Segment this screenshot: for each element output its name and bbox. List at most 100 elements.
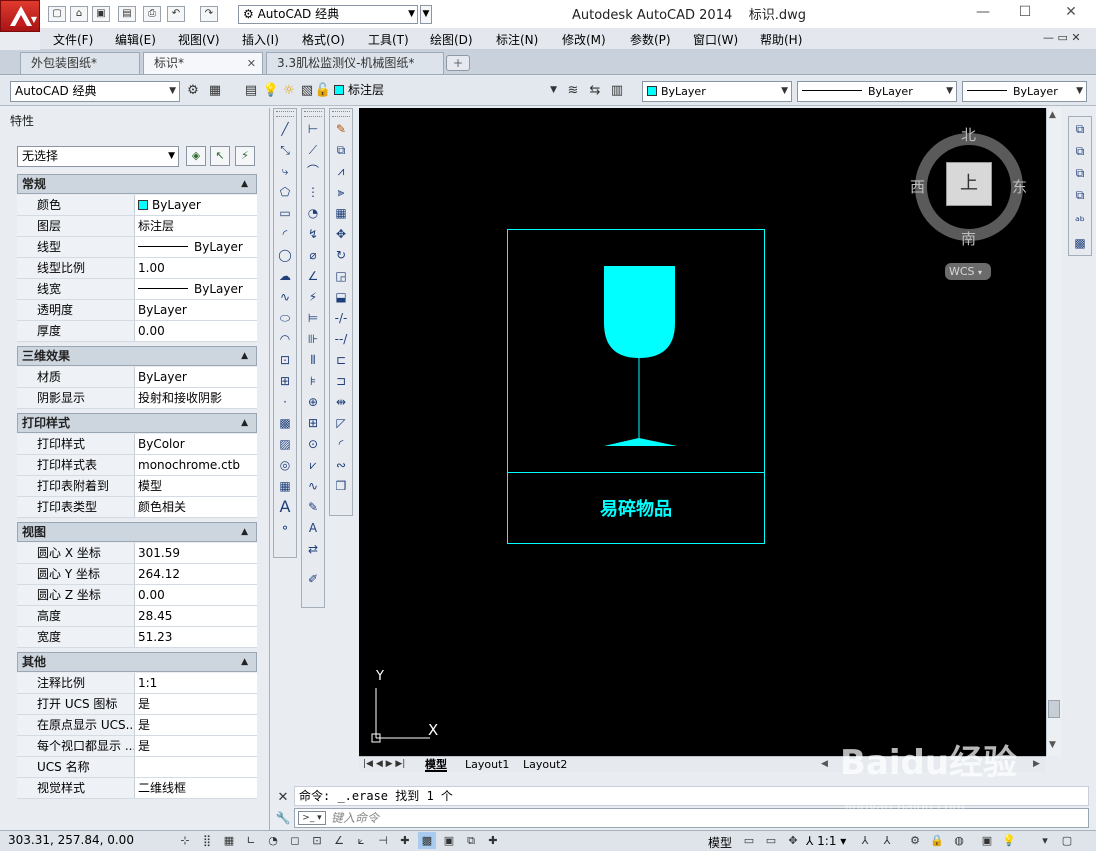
aligned-dimension-icon[interactable]: ⟋ <box>304 140 322 160</box>
property-row[interactable]: 打印表附着到 模型 <box>17 476 257 497</box>
viewcube-top-face[interactable]: 上 <box>946 162 992 206</box>
linetype-combo[interactable]: ByLayer ▼ <box>797 81 957 102</box>
chamfer-icon[interactable]: ◸ <box>332 413 350 433</box>
property-row[interactable]: 透明度 ByLayer <box>17 300 257 321</box>
annotation-scale[interactable]: ⅄ 1:1 ▾ <box>806 834 846 848</box>
point-icon[interactable]: · <box>276 392 294 412</box>
arc-length-icon[interactable]: ⌒ <box>304 161 322 181</box>
continue-icon[interactable]: ⊪ <box>304 329 322 349</box>
ellipse-arc-icon[interactable]: ◠ <box>276 329 294 349</box>
property-value[interactable]: ByLayer <box>138 195 256 215</box>
application-menu-button[interactable]: ▼ <box>0 0 40 32</box>
layout-tab-layout2[interactable]: Layout2 <box>523 758 567 772</box>
ellipse-icon[interactable]: ⬭ <box>276 308 294 328</box>
section-header[interactable]: 打印样式 ▲ <box>17 413 257 433</box>
property-value[interactable]: 51.23 <box>138 627 256 647</box>
property-value[interactable]: 模型 <box>138 476 256 496</box>
snap-mode-icon[interactable]: ⣿ <box>198 832 216 849</box>
menu-file[interactable]: 文件(F) <box>53 31 93 48</box>
minimize-icon[interactable]: — <box>968 2 998 22</box>
lightbulb-icon[interactable]: 💡 <box>262 82 280 100</box>
wcs-menu[interactable]: WCS ▾ <box>945 263 991 280</box>
property-value[interactable]: ByLayer <box>138 300 256 320</box>
selection-combo[interactable]: 无选择 ▼ <box>17 146 179 167</box>
angular-icon[interactable]: ∠ <box>304 266 322 286</box>
hardware-acceleration-icon[interactable]: ◍ <box>950 832 968 849</box>
lineweight-combo[interactable]: ByLayer ▼ <box>962 81 1087 102</box>
dimension-space-icon[interactable]: ⫴ <box>304 350 322 370</box>
property-value[interactable]: 二维线框 <box>138 778 256 798</box>
quick-select-icon[interactable]: ⚡ <box>235 146 255 166</box>
property-row[interactable]: 打印样式表 monochrome.ctb <box>17 455 257 476</box>
arc-icon[interactable]: ◜ <box>276 224 294 244</box>
property-value[interactable]: ByLayer <box>138 279 256 299</box>
dimension-style-icon[interactable]: ⇄ <box>304 539 322 559</box>
text-to-front-icon[interactable]: ᵃᵇ <box>1071 211 1089 231</box>
stretch-icon[interactable]: ⬓ <box>332 287 350 307</box>
object-snap-tracking-icon[interactable]: ∠ <box>330 832 348 849</box>
fillet-icon[interactable]: ◜ <box>332 434 350 454</box>
property-value[interactable]: 28.45 <box>138 606 256 626</box>
property-value[interactable]: 标注层 <box>138 216 256 236</box>
region-icon[interactable]: ◎ <box>276 455 294 475</box>
select-objects-icon[interactable]: ↖ <box>210 146 230 166</box>
workspace-combo[interactable]: AutoCAD 经典 ▼ <box>10 81 180 102</box>
circle-icon[interactable]: ◯ <box>276 245 294 265</box>
property-row[interactable]: 图层 标注层 <box>17 216 257 237</box>
property-row[interactable]: 视觉样式 二维线框 <box>17 778 257 799</box>
property-value[interactable]: 301.59 <box>138 543 256 563</box>
property-row[interactable]: 注释比例 1:1 <box>17 673 257 694</box>
collapse-icon[interactable]: ▲ <box>241 523 248 541</box>
customize-icon[interactable]: ▦ <box>206 82 224 100</box>
property-row[interactable]: 线宽 ByLayer <box>17 279 257 300</box>
property-value[interactable]: ByColor <box>138 434 256 454</box>
section-header[interactable]: 视图 ▲ <box>17 522 257 542</box>
viewcube-south[interactable]: 南 <box>961 228 976 249</box>
close-icon[interactable]: ✕ <box>1056 2 1086 22</box>
quick-dimension-icon[interactable]: ⚡ <box>304 287 322 307</box>
tab-monitor-drawing[interactable]: 3.3肌松监测仪-机械图纸* <box>266 52 444 74</box>
property-row[interactable]: 线型比例 1.00 <box>17 258 257 279</box>
property-row[interactable]: 在原点显示 UCS... 是 <box>17 715 257 736</box>
spline-icon[interactable]: ∿ <box>276 287 294 307</box>
tab-packaging[interactable]: 外包装图纸* <box>20 52 140 74</box>
toolbar-lock-icon[interactable]: 🔒 <box>928 832 946 849</box>
mirror-icon[interactable]: ⩘ <box>332 161 350 181</box>
property-value[interactable] <box>138 757 256 777</box>
color-combo[interactable]: ByLayer ▼ <box>642 81 792 102</box>
copy-icon[interactable]: ⧉ <box>332 140 350 160</box>
auto-scale-icon[interactable]: ⅄ <box>878 832 896 849</box>
diameter-icon[interactable]: ⌀ <box>304 245 322 265</box>
pan-icon[interactable]: ✥ <box>784 832 802 849</box>
object-snap-icon[interactable]: ◻ <box>286 832 304 849</box>
quick-properties-icon[interactable]: ▣ <box>440 832 458 849</box>
property-row[interactable]: 颜色 ByLayer <box>17 195 257 216</box>
property-row[interactable]: 厚度 0.00 <box>17 321 257 342</box>
jogged-icon[interactable]: ↯ <box>304 224 322 244</box>
break-at-point-icon[interactable]: ⊏ <box>332 350 350 370</box>
annotation-monitor-icon[interactable]: ✚ <box>484 832 502 849</box>
scroll-down-icon[interactable]: ▼ <box>1049 740 1056 750</box>
workspace-select[interactable]: ⚙ AutoCAD 经典 ▼ <box>238 5 418 24</box>
new-file-icon[interactable]: ▢ <box>48 6 66 22</box>
quick-access-more-button[interactable]: ▼ <box>420 5 432 24</box>
break-icon[interactable]: ⊐ <box>332 371 350 391</box>
save-as-icon[interactable]: ▤ <box>118 6 136 22</box>
hatch-icon[interactable]: ▩ <box>276 413 294 433</box>
scroll-left-icon[interactable]: ◀ <box>821 758 828 772</box>
scale-icon[interactable]: ◲ <box>332 266 350 286</box>
gradient-icon[interactable]: ▨ <box>276 434 294 454</box>
workspace-switching-icon[interactable]: ⚙ <box>906 832 924 849</box>
property-value[interactable]: 是 <box>138 715 256 735</box>
bring-above-icon[interactable]: ⧉ <box>1071 163 1089 183</box>
make-current-layer-icon[interactable]: ≋ <box>564 82 582 100</box>
quick-view-layouts-icon[interactable]: ▭ <box>740 832 758 849</box>
menu-format[interactable]: 格式(O) <box>302 31 345 48</box>
property-row[interactable]: 线型 ByLayer <box>17 237 257 258</box>
baseline-icon[interactable]: ⊨ <box>304 308 322 328</box>
polar-tracking-icon[interactable]: ◔ <box>264 832 282 849</box>
collapse-icon[interactable]: ▲ <box>241 347 248 365</box>
close-icon[interactable]: ✕ <box>275 790 291 806</box>
dynamic-ucs-icon[interactable]: ⟀ <box>352 832 370 849</box>
menu-dimension[interactable]: 标注(N) <box>496 31 538 48</box>
